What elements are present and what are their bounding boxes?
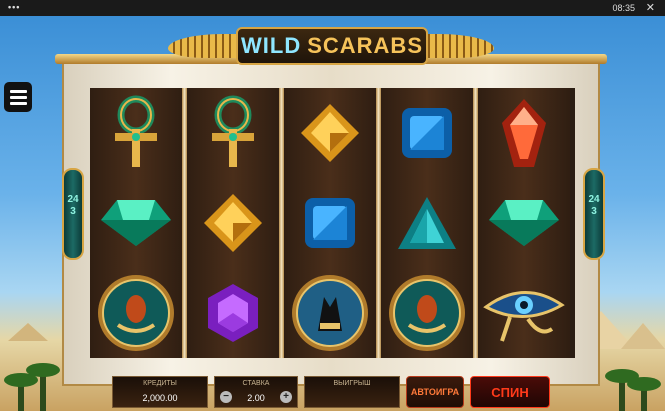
logo-word-scarabs: SCARABS xyxy=(307,33,423,58)
reels-area xyxy=(90,88,575,358)
logo-word-wild: WILD xyxy=(241,33,302,58)
control-panel: КРЕДИТЫ 2,000.00 СТАВКА − 2.00 + ВЫИГРЫШ… xyxy=(112,376,557,410)
clock: 08:35 xyxy=(612,3,635,13)
gem-red-icon xyxy=(478,88,570,178)
status-bar: ••• 08:35 ✕ xyxy=(0,0,665,16)
gem-green-icon xyxy=(478,178,570,268)
reel-4 xyxy=(381,88,473,358)
game-scene: WILD SCARABS 243 243 КРЕДИТЫ 2,000.00 СТ… xyxy=(0,16,665,411)
gem-purple-icon xyxy=(187,268,279,358)
reel-1 xyxy=(90,88,182,358)
gem-blue-icon xyxy=(381,88,473,178)
pyramid-decoration xyxy=(621,323,665,349)
gem-yellow-icon xyxy=(284,88,376,178)
gem-teal-triangle-icon xyxy=(381,178,473,268)
autoplay-button[interactable]: АВТОИГРА xyxy=(406,376,464,408)
bet-label: СТАВКА xyxy=(242,380,270,387)
palm-tree-decoration xyxy=(4,373,38,411)
pyramid-decoration xyxy=(8,323,48,341)
win-label: ВЫИГРЫШ xyxy=(333,380,371,387)
win-display: ВЫИГРЫШ xyxy=(304,376,400,408)
game-logo: WILD SCARABS xyxy=(236,27,428,65)
more-dots-icon[interactable]: ••• xyxy=(8,2,20,12)
ways-right-value: 243 xyxy=(588,194,600,217)
palm-tree-decoration xyxy=(627,377,661,411)
credits-display: КРЕДИТЫ 2,000.00 xyxy=(112,376,208,408)
palm-tree-decoration xyxy=(26,363,60,411)
eye-of-horus-icon xyxy=(478,268,570,358)
gem-yellow-icon xyxy=(187,178,279,268)
palm-tree-decoration xyxy=(605,369,639,411)
ankh-icon xyxy=(90,88,182,178)
bet-display: СТАВКА − 2.00 + xyxy=(214,376,298,408)
reel-3 xyxy=(284,88,376,358)
credits-value: 2,000.00 xyxy=(142,393,178,403)
ankh-icon xyxy=(187,88,279,178)
credits-label: КРЕДИТЫ xyxy=(143,380,177,387)
ways-right-badge: 243 xyxy=(583,168,605,260)
menu-button[interactable] xyxy=(4,82,32,112)
gem-green-icon xyxy=(90,178,182,268)
scarab-coin-icon xyxy=(381,268,473,358)
gem-blue-icon xyxy=(284,178,376,268)
anubis-coin-icon xyxy=(284,268,376,358)
reel-5 xyxy=(478,88,570,358)
spin-button[interactable]: СПИН xyxy=(470,376,550,408)
ways-left-value: 243 xyxy=(67,194,79,217)
bet-plus-button[interactable]: + xyxy=(280,391,292,403)
ways-left-badge: 243 xyxy=(62,168,84,260)
reel-2 xyxy=(187,88,279,358)
close-icon[interactable]: ✕ xyxy=(646,1,655,14)
scarab-coin-icon xyxy=(90,268,182,358)
